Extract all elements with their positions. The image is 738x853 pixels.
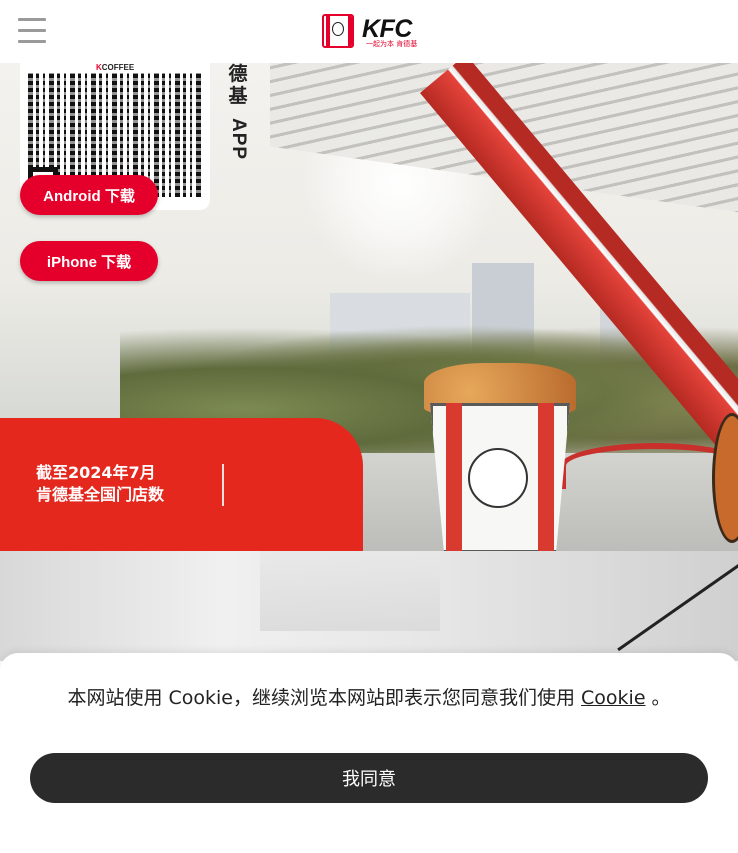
android-download-button[interactable]: Android 下载 bbox=[20, 175, 158, 215]
iphone-download-button[interactable]: iPhone 下载 bbox=[20, 241, 158, 281]
colonel-face-icon bbox=[468, 448, 528, 508]
agree-button[interactable]: 我同意 bbox=[30, 753, 708, 803]
stats-divider bbox=[222, 464, 224, 506]
cookie-consent-banner: 本网站使用 Cookie，继续浏览本网站即表示您同意我们使用 Cookie 。 … bbox=[0, 653, 738, 853]
store-count-panel: 截至2024年7月 肯德基全国门店数 bbox=[0, 418, 363, 551]
hero-banner: KCOFFEE 德基 APP Android 下载 iPhone 下载 截至20… bbox=[0, 63, 738, 551]
cookie-message: 本网站使用 Cookie，继续浏览本网站即表示您同意我们使用 Cookie 。 bbox=[67, 687, 671, 709]
qr-brand-label: KCOFFEE bbox=[96, 63, 135, 72]
secondary-banner bbox=[0, 551, 738, 661]
cookie-policy-link[interactable]: Cookie bbox=[581, 687, 646, 709]
bucket-stripe bbox=[538, 403, 554, 551]
app-label-vertical: 德基 APP bbox=[228, 63, 249, 161]
hamburger-menu-icon[interactable] bbox=[18, 18, 46, 44]
interior-shade bbox=[260, 551, 440, 631]
colonel-badge-icon bbox=[322, 14, 354, 48]
bucket-stripe bbox=[446, 403, 462, 551]
kfc-logo[interactable]: KFC 一起为本 肯德基 bbox=[322, 14, 418, 50]
decorative-line bbox=[617, 551, 738, 652]
logo-tagline: 一起为本 肯德基 bbox=[366, 40, 418, 48]
bucket-sculpture bbox=[420, 363, 580, 551]
top-header: KFC 一起为本 肯德基 bbox=[0, 0, 738, 63]
store-count-label: 截至2024年7月 肯德基全国门店数 bbox=[36, 463, 165, 504]
